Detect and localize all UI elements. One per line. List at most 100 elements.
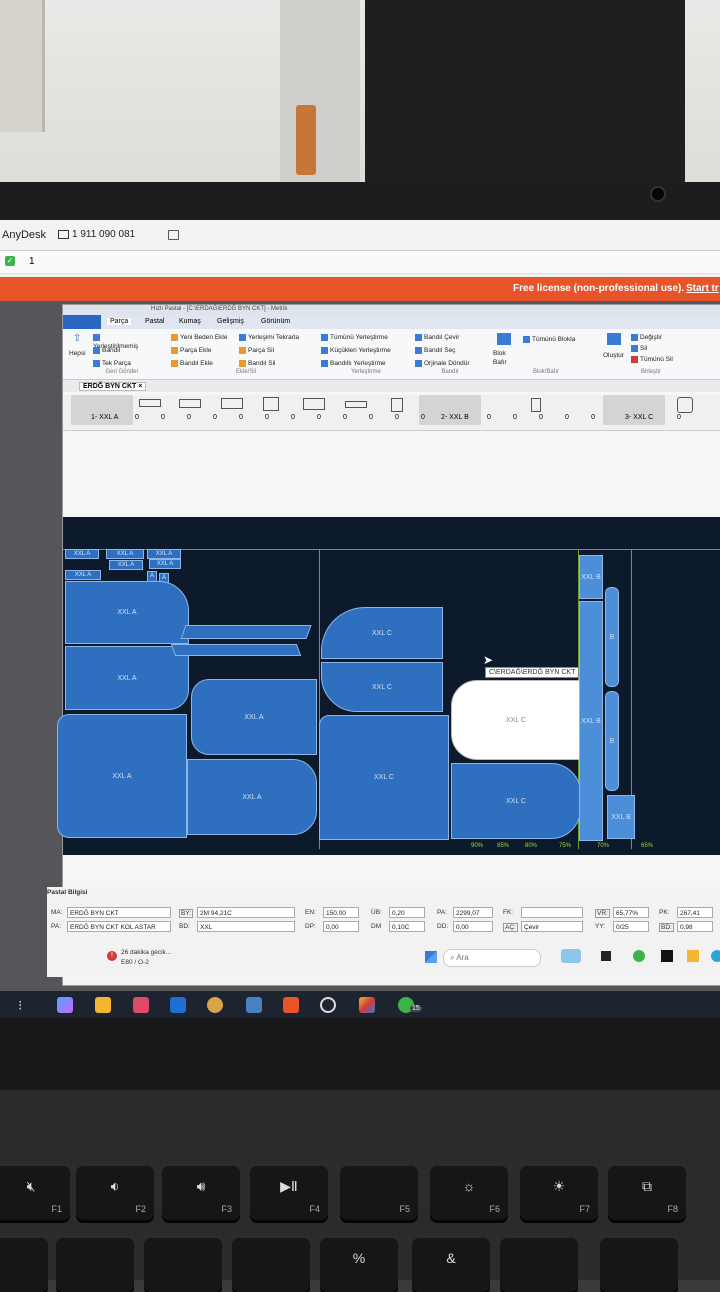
copilot-icon[interactable]	[57, 997, 73, 1013]
marker-canvas[interactable]: XXL A XXL A XXL A XXL A XXL A XXL A A A …	[57, 517, 720, 855]
key[interactable]	[56, 1238, 134, 1292]
pattern-piece[interactable]: B	[605, 691, 619, 791]
pattern-piece[interactable]: XXL C	[319, 715, 449, 840]
piece-label[interactable]: XXL A	[65, 570, 101, 580]
piece-thumb[interactable]	[531, 398, 541, 412]
paint-icon[interactable]	[207, 997, 223, 1013]
fk-field[interactable]	[521, 907, 583, 918]
piece-group-3[interactable]: 3- XXL C	[625, 414, 653, 421]
folder-icon[interactable]	[95, 997, 111, 1013]
key-f4[interactable]: ▶Ⅱ F4	[250, 1166, 328, 1220]
widget-icon[interactable]	[561, 949, 581, 963]
key-f1[interactable]: 🔇︎ F1	[0, 1166, 70, 1220]
key[interactable]	[500, 1238, 578, 1292]
key[interactable]	[144, 1238, 222, 1292]
sil-button[interactable]: Sil	[631, 344, 647, 353]
hepsi-button[interactable]: Hepsi	[69, 349, 86, 358]
bandilli-yerlestirme-button[interactable]: Bandıllı Yerleştirme	[321, 359, 386, 368]
bandil-cevir-button[interactable]: Bandıl Çevir	[415, 333, 459, 342]
orjinale-dondur-button[interactable]: Orjinale Döndür	[415, 359, 470, 368]
outlook-icon[interactable]	[170, 997, 186, 1013]
piece-thumb[interactable]	[179, 399, 201, 408]
search-box[interactable]: ⌕ Ara	[443, 949, 541, 967]
bd2-field[interactable]: 0,98	[677, 921, 713, 932]
key[interactable]	[232, 1238, 310, 1292]
pattern-piece[interactable]: XXL A	[65, 646, 189, 710]
pattern-piece-sleeve[interactable]	[170, 644, 302, 656]
folder-mini-icon[interactable]	[687, 950, 699, 962]
dp-field[interactable]: 0,00	[323, 921, 359, 932]
tab-gelismis[interactable]: Gelişmiş	[217, 318, 244, 325]
notification-icon[interactable]: !	[107, 951, 117, 961]
tumunu-blokla-button[interactable]: Tümünü Blokla	[523, 335, 575, 344]
parca-sil-button[interactable]: Parça Sil	[239, 346, 274, 355]
by-field[interactable]: 2M 94,21C	[197, 907, 295, 918]
chat-icon[interactable]	[168, 230, 179, 240]
key-percent[interactable]: %	[320, 1238, 398, 1292]
desktop-icon[interactable]: ⁝	[18, 997, 34, 1013]
tv-icon[interactable]	[661, 950, 673, 962]
pattern-piece[interactable]: XXL C	[321, 607, 443, 659]
piece-group-1[interactable]: 1- XXL A	[91, 414, 118, 421]
pattern-piece[interactable]: XXL B	[579, 555, 603, 599]
key-ampersand[interactable]: &	[412, 1238, 490, 1292]
dm-field[interactable]: 0,10C	[389, 921, 425, 932]
key-f3[interactable]: 🔊︎ F3	[162, 1166, 240, 1220]
tab-parca[interactable]: Parça	[107, 318, 132, 325]
tumunu-sil-button[interactable]: Tümünü Sil	[631, 355, 673, 364]
tumunu-yerlestirme-button[interactable]: Tümünü Yerleştirme	[321, 333, 388, 342]
tab-gorunum[interactable]: Görünüm	[261, 318, 290, 325]
pattern-piece[interactable]: XXL C	[451, 763, 581, 839]
document-tab[interactable]: ERDĞ BYN CKT ×	[79, 382, 147, 391]
pk-field[interactable]: 267,41	[677, 907, 713, 918]
piece-label[interactable]: XXL A	[109, 560, 143, 570]
pattern-piece[interactable]: XXL A	[191, 679, 317, 755]
yy-field[interactable]: 0/25	[613, 921, 649, 932]
vr-field[interactable]: 65,77%	[613, 907, 649, 918]
piece-thumb[interactable]	[345, 401, 367, 408]
tab-pastal[interactable]: Pastal	[145, 318, 164, 325]
network-app-icon[interactable]	[246, 997, 262, 1013]
piece-thumb[interactable]	[303, 398, 325, 410]
bandil-button[interactable]: Bandıl	[93, 346, 120, 355]
piece-thumb[interactable]	[263, 397, 279, 411]
kucukleri-yerlestirme-button[interactable]: Küçükleri Yerleştirme	[321, 346, 391, 355]
app-o-icon[interactable]	[320, 997, 336, 1013]
bandil-ekle-button[interactable]: Bandıl Ekle	[171, 359, 213, 368]
key-f8[interactable]: ⧉ F8	[608, 1166, 686, 1220]
whatsapp-mini-icon[interactable]	[633, 950, 645, 962]
anydesk-tab-number[interactable]: 1	[29, 256, 35, 267]
pattern-app-icon[interactable]	[359, 997, 375, 1013]
key-f7[interactable]: ☀ F7	[520, 1166, 598, 1220]
tab-kumas[interactable]: Kumaş	[179, 318, 201, 325]
piece-thumb[interactable]	[221, 398, 243, 409]
parca-ekle-button[interactable]: Parça Ekle	[171, 346, 211, 355]
pattern-piece[interactable]: XXL B	[579, 601, 603, 841]
license-link[interactable]: Start tr	[686, 283, 719, 294]
key-f2[interactable]: 🔉︎ F2	[76, 1166, 154, 1220]
notice-title[interactable]: 26 dakika gecik...	[121, 949, 171, 956]
piece-label[interactable]: XXL A	[106, 549, 144, 559]
bandil-sec-button[interactable]: Bandıl Seç	[415, 346, 455, 355]
piece-thumb[interactable]	[391, 398, 403, 412]
bandil-sil-button[interactable]: Bandıl Sil	[239, 359, 275, 368]
piece-thumb[interactable]	[677, 397, 693, 413]
quick-access-icons[interactable]	[67, 306, 107, 313]
key[interactable]	[0, 1238, 48, 1292]
pattern-piece[interactable]: B	[605, 587, 619, 687]
pattern-piece-sleeve[interactable]	[180, 625, 312, 639]
ma-field[interactable]: ERDĞ BYN CKT	[67, 907, 171, 918]
pattern-piece-selected[interactable]: XXL C	[451, 680, 581, 760]
anydesk-address[interactable]: 1 911 090 081	[72, 229, 135, 240]
blok-bafir-button[interactable]: Blok Bafır	[493, 349, 519, 367]
pattern-piece[interactable]: XXL A	[65, 581, 189, 644]
edge-mini-icon[interactable]	[711, 950, 720, 962]
windows-start-icon[interactable]	[425, 951, 437, 963]
close-icon[interactable]: ×	[138, 383, 142, 390]
pattern-piece[interactable]: XXL A	[187, 759, 317, 835]
en-field[interactable]: 150,00	[323, 907, 359, 918]
key-f5[interactable]: F5	[340, 1166, 418, 1220]
pa2-field[interactable]: 2299,07	[453, 907, 493, 918]
taskview-icon[interactable]	[601, 951, 611, 961]
key-f6[interactable]: ☼ F6	[430, 1166, 508, 1220]
